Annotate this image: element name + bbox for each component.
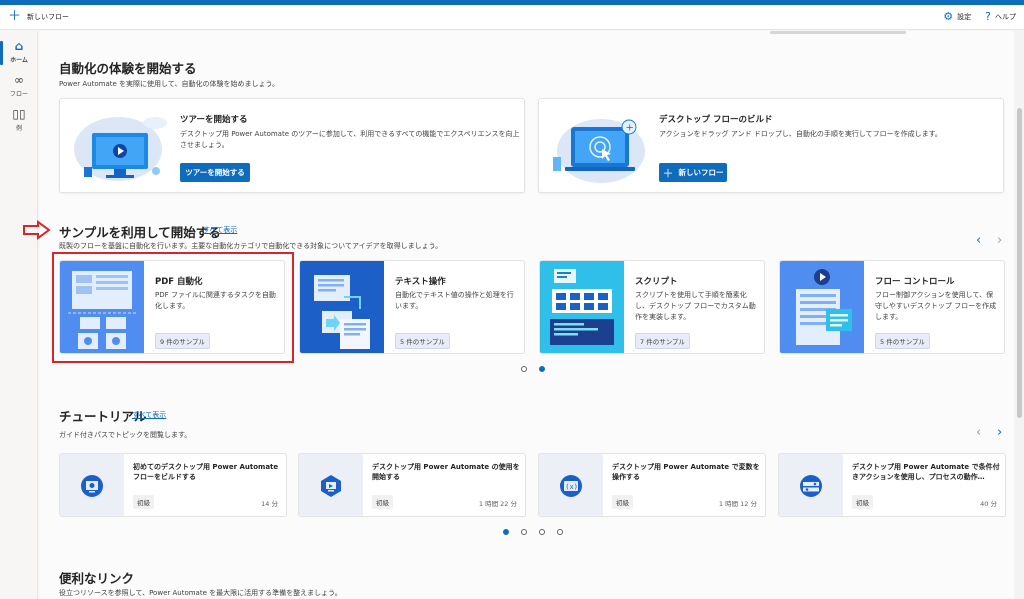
tutorial-title: デスクトップ用 Power Automate の使用を開始する <box>372 463 520 481</box>
book-icon: ▯▯ <box>12 107 26 121</box>
new-flow-hero-button[interactable]: ＋ 新しいフロー <box>659 163 727 182</box>
variable-icon: (x) <box>560 475 582 497</box>
sample-title: テキスト操作 <box>395 277 446 287</box>
tutorial-card-variables[interactable]: (x) デスクトップ用 Power Automate で変数を操作する 初級 1… <box>538 453 766 517</box>
tutorial-level-badge: 初級 <box>852 495 873 509</box>
tutorial-thumbnail <box>299 454 363 516</box>
text-manipulation-illustration-icon <box>300 261 384 353</box>
tutorials-page-dot-3[interactable] <box>539 529 545 535</box>
home-icon: ⌂ <box>14 39 24 53</box>
plus-icon: ＋ <box>8 9 22 24</box>
tutorial-thumbnail <box>779 454 843 516</box>
settings-label: 設定 <box>957 12 972 21</box>
tutorial-level-badge: 初級 <box>133 495 154 509</box>
tutorials-see-all-link[interactable]: すべて表示 <box>132 410 166 420</box>
rail-item-flows[interactable]: ∞ フロー <box>0 73 38 98</box>
sample-card-script[interactable]: スクリプト スクリプトを使用して手順を簡素化し、デスクトップ フローでカスタム動… <box>539 260 765 354</box>
tutorials-page-dot-2[interactable] <box>521 529 527 535</box>
tour-desc: デスクトップ用 Power Automate のツアーに参加して、利用できるすべ… <box>180 130 520 149</box>
tutorial-level-badge: 初級 <box>372 495 393 509</box>
sample-count-badge: 5 件のサンプル <box>395 333 451 349</box>
tour-illustration-icon <box>74 117 167 181</box>
rail-label-home: ホーム <box>10 57 28 64</box>
links-title: 便利なリンク <box>59 571 135 586</box>
new-flow-hero-label: 新しいフロー <box>678 168 724 177</box>
svg-text:(x): (x) <box>565 483 578 491</box>
tutorials-prev-chevron-icon[interactable]: ‹ <box>976 426 981 439</box>
hero-subtitle: Power Automate を実際に使用して、自動化の体験を始めましょう。 <box>59 80 280 88</box>
help-icon: ? <box>985 10 991 23</box>
flow-build-icon <box>81 475 103 497</box>
tutorial-title: デスクトップ用 Power Automate で条件付きアクションを使用し、プロ… <box>852 463 1000 481</box>
tutorial-title: デスクトップ用 Power Automate で変数を操作する <box>612 463 760 481</box>
sample-desc: フロー制御アクションを使用して、保守しやすいデスクトップ フローを作成します。 <box>875 291 997 321</box>
toolbar: ＋ 新しいフロー ⚙ 設定 ? ヘルプ <box>0 5 1024 30</box>
build-desc: アクションをドラッグ アンド ドロップし、自動化の手順を実行してフローを作成しま… <box>659 130 942 138</box>
tutorials-page-dot-4[interactable] <box>557 529 563 535</box>
tutorials-next-chevron-icon[interactable]: › <box>997 426 1002 439</box>
rail-item-home[interactable]: ⌂ ホーム <box>0 39 38 65</box>
sample-desc: スクリプトを使用して手順を簡素化し、デスクトップ フローでカスタム動作を実装しま… <box>635 291 756 321</box>
flow-control-illustration-icon <box>780 261 864 353</box>
tutorial-thumbnail: (x) <box>539 454 603 516</box>
build-title: デスクトップ フローのビルド <box>659 115 773 125</box>
start-tour-button[interactable]: ツアーを開始する <box>180 163 250 182</box>
sample-count-badge: 5 件のサンプル <box>875 333 931 349</box>
samples-prev-chevron-icon[interactable]: ‹ <box>976 234 981 247</box>
tutorial-card-get-started[interactable]: デスクトップ用 Power Automate の使用を開始する 初級 1 時間 … <box>298 453 526 517</box>
tutorial-card-conditions[interactable]: デスクトップ用 Power Automate で条件付きアクションを使用し、プロ… <box>778 453 1006 517</box>
svg-text:+: + <box>626 123 634 134</box>
scrollbar-thumb[interactable] <box>1017 108 1022 418</box>
sample-card-flow-control[interactable]: フロー コントロール フロー制御アクションを使用して、保守しやすいデスクトップ … <box>779 260 1005 354</box>
desktop-flow-illustration-icon: + <box>553 119 645 183</box>
gear-icon: ⚙ <box>943 10 954 23</box>
samples-subtitle: 既製のフローを基盤に自動化を行います。主要な自動化カテゴリで自動化できる対象につ… <box>59 242 443 250</box>
tutorials-subtitle: ガイド付きパスでトピックを閲覧します。 <box>59 431 192 439</box>
sample-title: スクリプト <box>635 277 678 287</box>
tutorial-duration: 40 分 <box>980 500 997 508</box>
tutorial-level-badge: 初級 <box>612 495 633 509</box>
search-bar-edge[interactable] <box>770 31 906 34</box>
samples-page-dot-2[interactable] <box>539 366 545 372</box>
tutorial-duration: 1 時間 22 分 <box>478 500 517 508</box>
rocket-icon <box>321 475 341 497</box>
red-arrow-annotation-icon <box>23 220 51 240</box>
samples-page-dot-1[interactable] <box>521 366 527 372</box>
settings-button[interactable]: ⚙ 設定 <box>943 11 971 22</box>
tutorial-thumbnail <box>60 454 124 516</box>
new-flow-label: 新しいフロー <box>27 12 70 21</box>
sample-desc: 自動化でテキスト値の操作と処理を行います。 <box>395 291 514 310</box>
condition-icon <box>800 475 822 497</box>
help-button[interactable]: ? ヘルプ <box>985 11 1016 22</box>
links-subtitle: 役立つリソースを参照して、Power Automate を最大限に活用する準備を… <box>59 589 342 597</box>
tutorials-page-dot-1[interactable] <box>503 529 509 535</box>
plus-icon: ＋ <box>662 166 674 180</box>
rail-item-examples[interactable]: ▯▯ 例 <box>0 107 38 132</box>
script-illustration-icon <box>540 261 624 353</box>
tutorial-duration: 14 分 <box>261 500 278 508</box>
sample-title: フロー コントロール <box>875 277 955 287</box>
new-flow-button[interactable]: ＋ 新しいフロー <box>8 10 69 23</box>
samples-title: サンプルを利用して開始する <box>59 225 221 240</box>
help-label: ヘルプ <box>995 12 1016 21</box>
tutorial-card-build-first-flow[interactable]: 初めてのデスクトップ用 Power Automate フローをビルドする 初級 … <box>59 453 287 517</box>
tour-title: ツアーを開始する <box>180 115 248 125</box>
hero-title: 自動化の体験を開始する <box>59 61 197 76</box>
rail-label-flows: フロー <box>9 91 28 98</box>
samples-see-all-link[interactable]: すべて表示 <box>203 225 237 235</box>
tour-card[interactable]: ツアーを開始する デスクトップ用 Power Automate のツアーに参加し… <box>59 98 525 193</box>
sample-card-text[interactable]: テキスト操作 自動化でテキスト値の操作と処理を行います。 5 件のサンプル <box>299 260 525 354</box>
tutorial-duration: 1 時間 12 分 <box>718 500 757 508</box>
start-tour-label: ツアーを開始する <box>185 168 245 177</box>
pdf-card-highlight-annotation <box>52 252 294 363</box>
flow-icon: ∞ <box>14 73 24 87</box>
tutorial-title: 初めてのデスクトップ用 Power Automate フローをビルドする <box>133 463 279 481</box>
samples-next-chevron-icon[interactable]: › <box>997 234 1002 247</box>
rail-label-examples: 例 <box>15 125 22 132</box>
build-flow-card[interactable]: + デスクトップ フローのビルド アクションをドラッグ アンド ドロップし、自動… <box>538 98 1004 193</box>
sample-count-badge: 7 件のサンプル <box>635 333 691 349</box>
left-rail: ⌂ ホーム ∞ フロー ▯▯ 例 <box>0 31 38 599</box>
